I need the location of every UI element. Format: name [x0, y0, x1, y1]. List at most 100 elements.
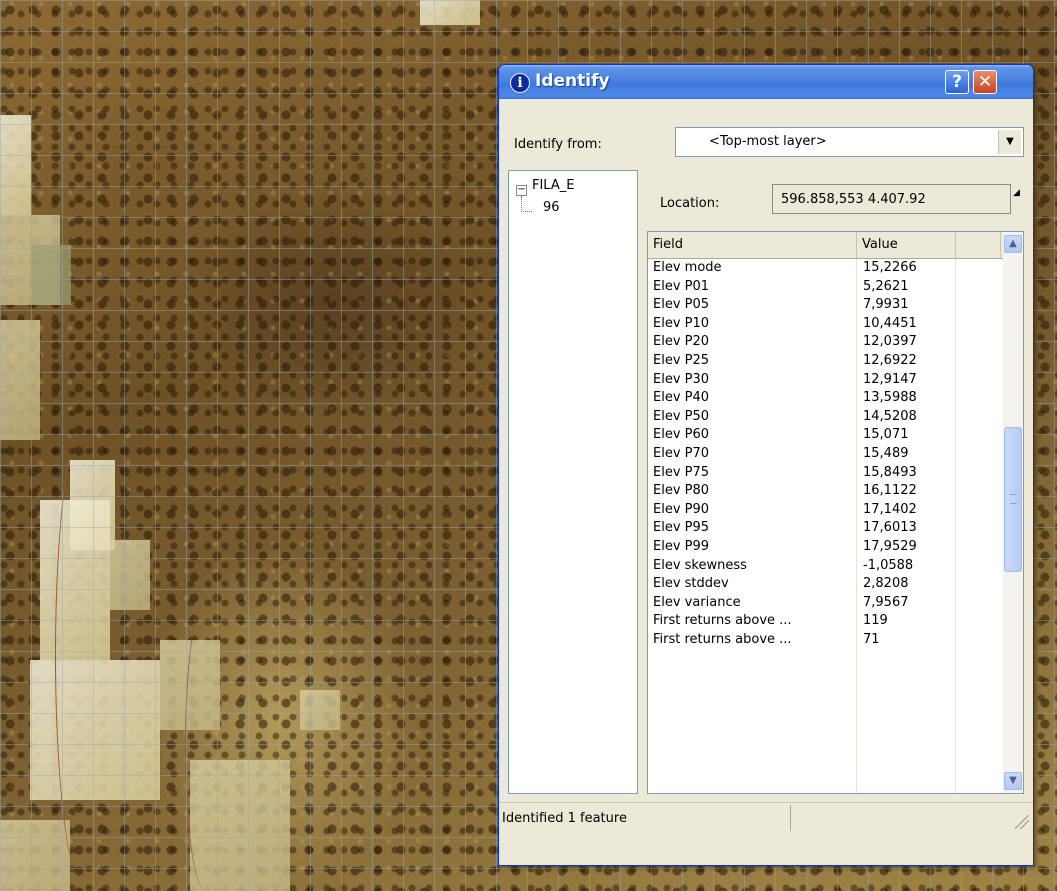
- value-cell: 17,9529: [863, 538, 917, 554]
- value-cell: 15,071: [863, 427, 909, 443]
- value-cell: 15,2266: [863, 260, 917, 275]
- field-cell: Elev mode: [653, 260, 722, 275]
- field-patch: [0, 820, 70, 891]
- attribute-table[interactable]: Field Value Elev mode 15,2266 Elev P01 5,26…: [647, 231, 1024, 794]
- scroll-thumb[interactable]: [1004, 427, 1022, 572]
- table-row[interactable]: Elev mode 15,2266: [648, 259, 1003, 278]
- value-cell: 12,6922: [863, 352, 917, 368]
- table-row[interactable]: Elev P50 14,5208: [648, 408, 1003, 427]
- table-row[interactable]: Elev stddev 2,8208: [648, 575, 1003, 594]
- field-cell: Elev P90: [653, 501, 710, 517]
- field-cell: Elev stddev: [653, 576, 729, 592]
- field-cell: Elev P50: [653, 408, 710, 424]
- field-cell: Elev P01: [653, 278, 710, 294]
- field-patch: [160, 640, 220, 730]
- location-label: Location:: [660, 196, 720, 211]
- value-cell: 15,8493: [863, 464, 917, 480]
- value-cell: -1,0588: [863, 557, 914, 573]
- dropdown-value: <Top-most layer>: [709, 134, 827, 149]
- close-button[interactable]: ✕: [973, 70, 997, 94]
- table-row[interactable]: Elev P25 12,6922: [648, 352, 1003, 371]
- table-row[interactable]: Elev skewness -1,0588: [648, 557, 1003, 576]
- chevron-down-icon[interactable]: ▼: [998, 130, 1021, 154]
- table-row[interactable]: Elev P30 12,9147: [648, 371, 1003, 390]
- field-patch: [30, 660, 160, 800]
- field-patch: [31, 245, 71, 305]
- field-patch: [110, 540, 150, 610]
- resize-grip-icon[interactable]: [1015, 815, 1029, 829]
- table-row[interactable]: First returns above ... 119: [648, 612, 1003, 631]
- field-cell: Elev P05: [653, 297, 710, 313]
- value-cell: 17,1402: [863, 501, 917, 517]
- table-row[interactable]: First returns above ... 71: [648, 631, 1003, 650]
- value-cell: 7,9931: [863, 297, 909, 313]
- tree-connector: [521, 196, 532, 212]
- grip-icon: [1010, 494, 1017, 504]
- table-row[interactable]: Elev P01 5,2621: [648, 278, 1003, 297]
- table-row[interactable]: Elev P75 15,8493: [648, 464, 1003, 483]
- table-row[interactable]: Elev P20 12,0397: [648, 333, 1003, 352]
- table-row[interactable]: Elev variance 7,9567: [648, 594, 1003, 613]
- field-patch: [300, 690, 340, 730]
- scroll-down-icon[interactable]: ▼: [1004, 772, 1022, 790]
- table-row[interactable]: Elev P40 13,5988: [648, 389, 1003, 408]
- field-cell: Elev P75: [653, 464, 710, 480]
- column-header-empty: [956, 232, 1001, 258]
- help-button[interactable]: ?: [945, 70, 969, 94]
- tree-feature-node[interactable]: 96: [543, 200, 560, 215]
- table-row[interactable]: Elev P05 7,9931: [648, 296, 1003, 315]
- tree-layer-node[interactable]: FILA_E: [532, 178, 574, 193]
- location-value: 596.858,553 4.407.92: [781, 192, 926, 207]
- vertical-scrollbar[interactable]: ▲ ▼: [1003, 232, 1023, 793]
- field-cell: Elev variance: [653, 594, 741, 610]
- value-cell: 16,1122: [863, 483, 917, 499]
- field-cell: Elev skewness: [653, 557, 747, 573]
- status-text: Identified 1 feature: [502, 811, 627, 826]
- field-patch: [420, 0, 480, 25]
- title-bar[interactable]: i Identify ? ✕: [499, 65, 1033, 99]
- table-row[interactable]: Elev P10 10,4451: [648, 315, 1003, 334]
- location-field[interactable]: 596.858,553 4.407.92: [772, 184, 1011, 214]
- stream-line: [55, 420, 116, 890]
- field-cell: Elev P25: [653, 352, 710, 368]
- field-cell: Elev P60: [653, 427, 710, 443]
- status-bar: Identified 1 feature: [499, 802, 1033, 833]
- table-row[interactable]: Elev P90 17,1402: [648, 501, 1003, 520]
- field-cell: Elev P30: [653, 371, 710, 387]
- value-cell: 12,0397: [863, 334, 917, 350]
- value-cell: 5,2621: [863, 278, 909, 294]
- value-cell: 12,9147: [863, 371, 917, 387]
- column-header-field[interactable]: Field: [648, 232, 857, 258]
- identify-window[interactable]: i Identify ? ✕ Identify from: <Top-most …: [498, 64, 1034, 866]
- field-cell: Elev P20: [653, 334, 710, 350]
- value-cell: 2,8208: [863, 576, 909, 592]
- column-header-value[interactable]: Value: [857, 232, 956, 258]
- table-row[interactable]: Elev P99 17,9529: [648, 538, 1003, 557]
- value-cell: 7,9567: [863, 594, 909, 610]
- field-cell: Elev P70: [653, 445, 710, 461]
- identify-from-dropdown[interactable]: <Top-most layer> ▼: [675, 127, 1024, 157]
- status-divider: [790, 805, 791, 831]
- table-row[interactable]: Elev P80 16,1122: [648, 482, 1003, 501]
- value-cell: 15,489: [863, 445, 909, 461]
- location-options-icon[interactable]: ◢: [1013, 188, 1020, 198]
- collapse-icon[interactable]: −: [516, 185, 527, 196]
- table-row[interactable]: Elev P95 17,6013: [648, 519, 1003, 538]
- field-cell: Elev P80: [653, 483, 710, 499]
- field-patch: [70, 460, 115, 550]
- field-cell: First returns above ...: [653, 631, 792, 647]
- value-cell: 14,5208: [863, 408, 917, 424]
- value-cell: 13,5988: [863, 390, 917, 406]
- field-patch: [190, 760, 290, 891]
- scroll-up-icon[interactable]: ▲: [1004, 235, 1022, 253]
- table-row[interactable]: Elev P70 15,489: [648, 445, 1003, 464]
- field-cell: Elev P99: [653, 538, 710, 554]
- field-patch: [0, 215, 60, 305]
- info-icon: i: [510, 73, 530, 93]
- field-cell: First returns above ...: [653, 613, 792, 629]
- value-cell: 71: [863, 631, 880, 647]
- window-title: Identify: [535, 71, 610, 91]
- feature-tree[interactable]: − FILA_E 96: [508, 170, 638, 794]
- table-row[interactable]: Elev P60 15,071: [648, 426, 1003, 445]
- value-cell: 119: [863, 613, 888, 629]
